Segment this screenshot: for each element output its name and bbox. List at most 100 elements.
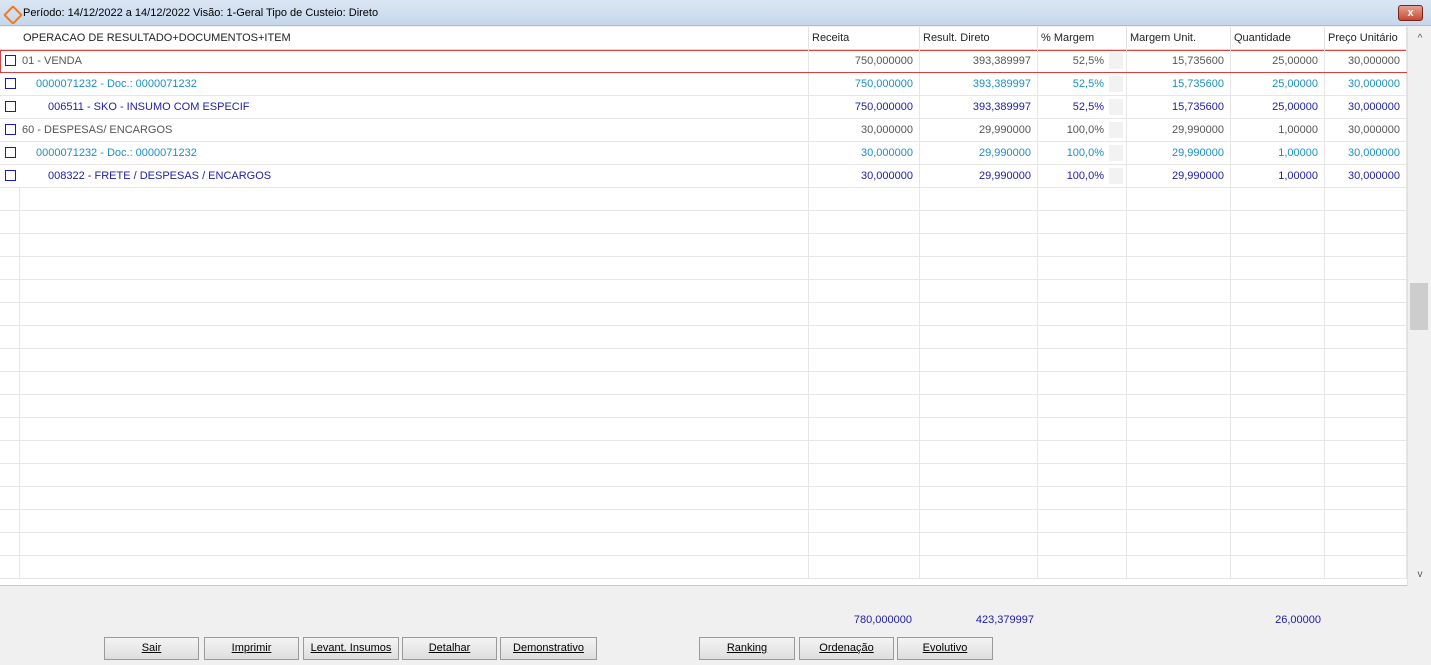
empty-cell [1127,211,1231,233]
empty-cell [1231,441,1325,463]
empty-cell [1325,349,1407,371]
cell-operacao: 60 - DESPESAS/ ENCARGOS [20,119,809,141]
cell-operacao: 008322 - FRETE / DESPESAS / ENCARGOS [20,165,809,187]
cell-result-direto: 29,990000 [920,165,1038,187]
cell-operacao: 01 - VENDA [20,50,809,72]
row-checkbox[interactable] [5,124,16,135]
imprimir-button[interactable]: Imprimir [204,637,299,660]
results-grid: OPERACAO DE RESULTADO+DOCUMENTOS+ITEM Re… [0,27,1407,586]
empty-cell [920,211,1038,233]
empty-cell [920,441,1038,463]
empty-row [0,349,1407,372]
empty-cell [1038,234,1127,256]
empty-cell [1038,349,1127,371]
total-receita: 780,000000 [853,614,912,626]
cell-quantidade: 1,00000 [1231,142,1325,164]
column-header-receita[interactable]: Receita [809,27,920,50]
empty-cell [1127,441,1231,463]
cell-receita: 30,000000 [809,119,920,141]
empty-cell [20,349,809,371]
cell-result-direto: 393,389997 [920,73,1038,95]
empty-cell [1038,487,1127,509]
empty-cell [1127,257,1231,279]
empty-cell [809,510,920,532]
empty-cell [1231,234,1325,256]
empty-cell [1325,418,1407,440]
levant-insumos-button[interactable]: Levant. Insumos [303,637,399,660]
empty-cell [1231,372,1325,394]
demonstrativo-button[interactable]: Demonstrativo [500,637,597,660]
empty-row [0,257,1407,280]
scroll-up-icon[interactable]: ^ [1408,31,1431,47]
empty-cell [20,395,809,417]
cell-result-direto: 29,990000 [920,142,1038,164]
column-header-preco-unitario[interactable]: Preço Unitário [1325,27,1407,50]
margem-bar [1109,76,1123,92]
table-row[interactable]: 0000071232 - Doc.: 0000071232 750,000000 3… [0,73,1407,96]
empty-cell [1038,533,1127,555]
column-header-operacao[interactable]: OPERACAO DE RESULTADO+DOCUMENTOS+ITEM [20,27,809,50]
cell-preco-unitario: 30,000000 [1325,73,1407,95]
empty-cell [1127,556,1231,578]
empty-cell [20,257,809,279]
window-title: Período: 14/12/2022 a 14/12/2022 Visão: … [23,6,379,19]
row-checkbox[interactable] [5,55,16,66]
table-row[interactable]: 0000071232 - Doc.: 0000071232 30,000000 29… [0,142,1407,165]
empty-cell [20,280,809,302]
row-checkbox[interactable] [5,147,16,158]
empty-cell [920,487,1038,509]
detalhar-button[interactable]: Detalhar [402,637,497,660]
empty-cell [0,303,20,325]
column-header-margem-unit[interactable]: Margem Unit. [1127,27,1231,50]
empty-cell [1231,533,1325,555]
scroll-down-icon[interactable]: v [1408,567,1431,583]
empty-cell [1231,395,1325,417]
empty-cell [809,464,920,486]
empty-row [0,441,1407,464]
empty-row [0,234,1407,257]
empty-cell [0,464,20,486]
cell-margem-unit: 15,735600 [1127,50,1231,72]
table-row[interactable]: 008322 - FRETE / DESPESAS / ENCARGOS 30,0… [0,165,1407,188]
empty-cell [1325,556,1407,578]
close-button[interactable]: x [1398,5,1423,21]
table-row[interactable]: 60 - DESPESAS/ ENCARGOS 30,000000 29,99000… [0,119,1407,142]
empty-cell [1127,533,1231,555]
empty-cell [920,533,1038,555]
cell-quantidade: 25,00000 [1231,73,1325,95]
empty-cell [1127,464,1231,486]
ranking-button[interactable]: Ranking [699,637,795,660]
empty-cell [1231,349,1325,371]
empty-cell [1038,188,1127,210]
column-header-quantidade[interactable]: Quantidade [1231,27,1325,50]
ordenacao-button[interactable]: Ordenação [799,637,894,660]
evolutivo-button[interactable]: Evolutivo [897,637,993,660]
row-checkbox[interactable] [5,101,16,112]
empty-cell [1038,418,1127,440]
empty-cell [1127,372,1231,394]
empty-cell [809,395,920,417]
row-checkbox[interactable] [5,78,16,89]
empty-cell [0,395,20,417]
cell-quantidade: 25,00000 [1231,96,1325,118]
vertical-scrollbar[interactable]: ^ v [1407,27,1431,586]
total-quantidade: 26,00000 [1275,614,1321,626]
cell-preco-unitario: 30,000000 [1325,96,1407,118]
empty-cell [809,556,920,578]
empty-cell [809,257,920,279]
table-row[interactable]: 01 - VENDA 750,000000 393,389997 52,5% 15,73… [0,50,1407,73]
empty-cell [1127,510,1231,532]
table-row[interactable]: 006511 - SKO - INSUMO COM ESPECIF 750,000… [0,96,1407,119]
row-checkbox[interactable] [5,170,16,181]
cell-preco-unitario: 30,000000 [1325,50,1407,72]
empty-cell [920,372,1038,394]
empty-cell [809,487,920,509]
sair-button[interactable]: Sair [104,637,199,660]
scroll-thumb[interactable] [1410,283,1428,330]
empty-cell [1127,418,1231,440]
empty-cell [20,556,809,578]
column-header-result-direto[interactable]: Result. Direto [920,27,1038,50]
cell-quantidade: 25,00000 [1231,50,1325,72]
empty-cell [0,487,20,509]
column-header-margem[interactable]: % Margem [1038,27,1127,50]
